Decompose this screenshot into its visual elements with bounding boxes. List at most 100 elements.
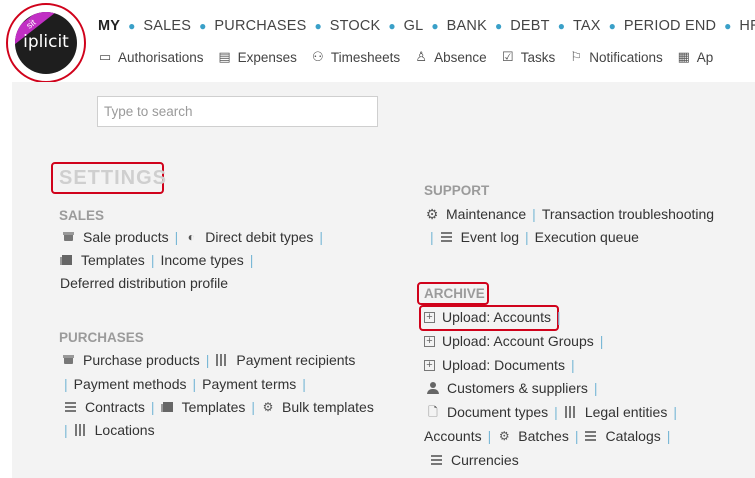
link-payment-methods[interactable]: Payment methods <box>74 376 187 392</box>
link-sales-templates[interactable]: Templates <box>81 252 145 268</box>
upload-icon <box>424 358 435 372</box>
gears-icon: ⚙ <box>425 206 439 222</box>
link-deferred-distribution-profile[interactable]: Deferred distribution profile <box>60 275 228 291</box>
link-document-types[interactable]: Document types <box>447 404 548 420</box>
link-catalogs[interactable]: Catalogs <box>605 428 660 444</box>
subnav-authorisations[interactable]: ▭ Authorisations <box>97 49 204 65</box>
subnav-label: Tasks <box>520 49 556 65</box>
subnav-timesheets[interactable]: ⚇ Timesheets <box>310 49 400 65</box>
link-locations[interactable]: Locations <box>95 422 155 438</box>
separator: | <box>487 428 492 444</box>
purchases-heading: PURCHASES <box>59 330 144 345</box>
link-accounts[interactable]: Accounts <box>424 428 482 444</box>
separator: | <box>574 428 579 444</box>
purchases-row-4: | Locations <box>64 422 155 438</box>
nav-separator-dot: ● <box>388 19 396 33</box>
archive-row-7: Currencies <box>430 452 519 468</box>
link-customers-suppliers[interactable]: Customers & suppliers <box>447 380 588 396</box>
settings-title: SETTINGS <box>51 162 166 194</box>
subnav-notifications[interactable]: ⚐ Notifications <box>568 49 662 65</box>
link-payment-terms[interactable]: Payment terms <box>202 376 296 392</box>
link-contracts[interactable]: Contracts <box>85 399 145 415</box>
subnav-ap[interactable]: ▦ Ap <box>676 49 714 65</box>
archive-row-1: Upload: Accounts | <box>424 309 567 325</box>
app-logo[interactable]: sit iplicit <box>15 12 77 74</box>
archive-row-4: Customers & suppliers | <box>426 380 603 396</box>
nav-bank[interactable]: BANK <box>447 18 487 34</box>
link-purchases-templates[interactable]: Templates <box>182 399 246 415</box>
sales-row-3: Deferred distribution profile <box>60 275 228 291</box>
gear-icon: ⚙ <box>498 429 510 443</box>
list-icon <box>430 453 444 467</box>
nav-gl[interactable]: GL <box>404 18 424 34</box>
list-icon <box>440 230 454 244</box>
document-settings-icon: 🗋 <box>428 405 438 419</box>
nav-separator-dot: ● <box>128 19 136 33</box>
link-direct-debit-types[interactable]: Direct debit types <box>205 229 313 245</box>
link-execution-queue[interactable]: Execution queue <box>535 229 639 245</box>
subnav-expenses[interactable]: ▤ Expenses <box>217 49 297 65</box>
subnav-absence[interactable]: ♙ Absence <box>413 49 486 65</box>
link-income-types[interactable]: Income types <box>160 252 243 268</box>
separator: | <box>319 229 324 245</box>
subnav-label: Ap <box>696 49 714 65</box>
template-icon <box>160 400 175 414</box>
nav-purchases[interactable]: PURCHASES <box>214 18 306 34</box>
link-batches[interactable]: Batches <box>518 428 569 444</box>
separator: | <box>556 309 561 325</box>
calendar-clock-icon: ▦ <box>677 49 690 64</box>
archive-row-6: Accounts | ⚙ Batches | Catalogs | <box>424 428 676 444</box>
separator: | <box>205 352 210 368</box>
subnav-label: Timesheets <box>330 49 401 65</box>
search-input[interactable] <box>97 96 378 127</box>
nav-separator-dot: ● <box>608 19 616 33</box>
nav-stock[interactable]: STOCK <box>330 18 381 34</box>
nav-sales[interactable]: SALES <box>143 18 191 34</box>
link-maintenance[interactable]: Maintenance <box>446 206 526 222</box>
link-currencies[interactable]: Currencies <box>451 452 519 468</box>
link-bulk-templates[interactable]: Bulk templates <box>282 399 374 415</box>
link-payment-recipients[interactable]: Payment recipients <box>236 352 355 368</box>
nav-separator-dot: ● <box>314 19 322 33</box>
link-purchase-products[interactable]: Purchase products <box>83 352 200 368</box>
link-sale-products[interactable]: Sale products <box>83 229 169 245</box>
logo-text: iplicit <box>23 32 69 52</box>
link-upload-documents[interactable]: Upload: Documents <box>442 357 565 373</box>
support-row-1: ⚙ Maintenance | Transaction troubleshoot… <box>425 206 714 222</box>
separator: | <box>150 399 155 415</box>
nav-period-end[interactable]: PERIOD END <box>624 18 716 34</box>
person-icon: ♙ <box>415 49 427 64</box>
link-event-log[interactable]: Event log <box>461 229 519 245</box>
nav-tax[interactable]: TAX <box>573 18 601 34</box>
template-icon <box>60 253 74 267</box>
chat-icon: ▭ <box>98 49 112 64</box>
nav-my[interactable]: MY <box>98 18 120 34</box>
link-upload-account-groups[interactable]: Upload: Account Groups <box>442 333 594 349</box>
upload-icon <box>424 310 435 324</box>
purchases-row-3: Contracts | Templates | ⚙ Bulk templates <box>64 399 374 415</box>
link-legal-entities[interactable]: Legal entities <box>585 404 668 420</box>
nav-separator-dot: ● <box>494 19 503 33</box>
sub-nav: ▭ Authorisations ▤ Expenses ⚇ Timesheets… <box>97 49 726 65</box>
gear-icon: ⚙ <box>262 400 274 414</box>
building-icon <box>564 405 578 419</box>
support-row-2: | Event log | Execution queue <box>430 229 639 245</box>
nav-debt[interactable]: DEBT <box>510 18 549 34</box>
nav-separator-dot: ● <box>724 19 732 33</box>
flag-icon: ⚐ <box>570 49 583 64</box>
box-icon <box>62 230 76 244</box>
link-transaction-troubleshooting[interactable]: Transaction troubleshooting <box>542 206 714 222</box>
separator: | <box>525 229 529 245</box>
timesheet-icon: ⚇ <box>312 49 324 64</box>
archive-heading: ARCHIVE <box>424 286 485 301</box>
top-bar: sit iplicit MY ● SALES ● PURCHASES ● STO… <box>0 0 755 83</box>
separator: | <box>302 376 306 392</box>
subnav-tasks[interactable]: ☑ Tasks <box>500 49 556 65</box>
nav-hr[interactable]: HR <box>739 18 755 34</box>
link-upload-accounts[interactable]: Upload: Accounts <box>442 309 551 325</box>
subnav-label: Authorisations <box>118 49 204 65</box>
nav-separator-dot: ● <box>557 19 565 33</box>
upload-icon <box>424 334 435 348</box>
subnav-label: Expenses <box>237 49 297 65</box>
purchases-row-1: Purchase products | Payment recipients <box>62 352 355 368</box>
